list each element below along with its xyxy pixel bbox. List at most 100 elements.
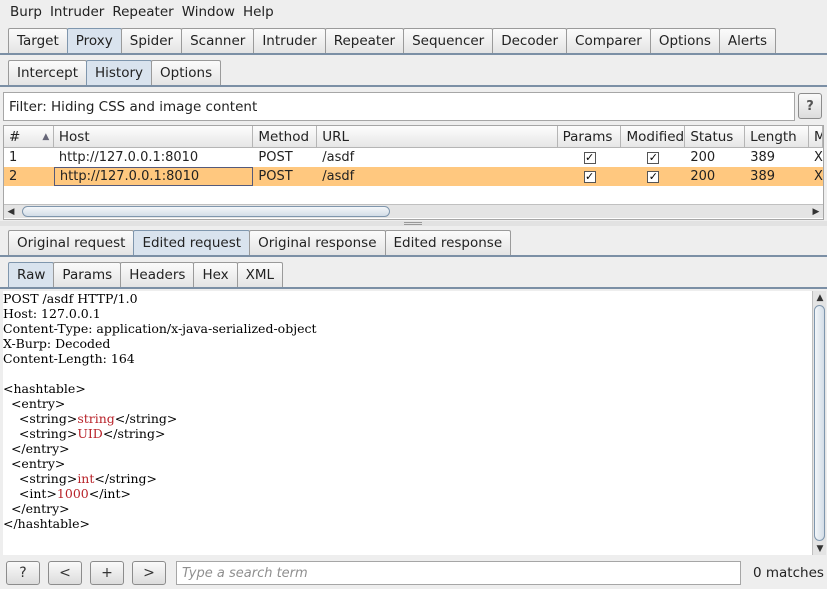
editor-line: Content-Length: 164 — [3, 351, 812, 366]
raw-message-editor[interactable]: POST /asdf HTTP/1.0 Host: 127.0.0.1 Conten… — [3, 291, 812, 555]
editor-text: </string> — [102, 426, 166, 441]
editor-text: <entry> — [3, 456, 66, 471]
tab-original-request[interactable]: Original request — [8, 230, 135, 255]
column-params[interactable]: Params — [558, 126, 622, 147]
editor-line: </entry> — [3, 441, 812, 456]
scrollbar-thumb[interactable] — [814, 305, 825, 541]
editor-vertical-scrollbar[interactable]: ▲ ▼ — [812, 291, 826, 555]
column-url[interactable]: URL — [317, 126, 558, 147]
tab-hex[interactable]: Hex — [193, 262, 238, 287]
tab-raw[interactable]: Raw — [8, 262, 55, 287]
editor-text: </int> — [88, 486, 131, 501]
cell-number: 2 — [9, 169, 18, 184]
tab-headers[interactable]: Headers — [120, 262, 195, 287]
xml-value: int — [77, 471, 95, 486]
params-checkbox: ✓ — [583, 151, 596, 164]
tab-scanner[interactable]: Scanner — [181, 28, 255, 53]
previous-match-button[interactable]: < — [48, 561, 82, 585]
modified-checkbox: ✓ — [647, 151, 660, 164]
menu-help[interactable]: Help — [239, 4, 278, 20]
tab-alerts[interactable]: Alerts — [718, 28, 777, 53]
split-pane-divider[interactable] — [0, 221, 827, 226]
tab-repeater[interactable]: Repeater — [324, 28, 405, 53]
tab-proxy[interactable]: Proxy — [66, 28, 122, 53]
menu-window[interactable]: Window — [178, 4, 239, 20]
next-match-button[interactable]: > — [132, 561, 166, 585]
menu-intruder[interactable]: Intruder — [46, 4, 108, 20]
cell-modified: ✓ — [621, 167, 685, 186]
sort-ascending-icon: ▲ — [42, 131, 50, 142]
cell-url: /asdf — [322, 169, 355, 184]
scroll-left-icon[interactable]: ◀ — [4, 205, 18, 218]
editor-line: <string>int</string> — [3, 471, 812, 486]
editor-line: <entry> — [3, 456, 812, 471]
menu-bar: Burp Intruder Repeater Window Help — [0, 0, 827, 24]
table-row-selected[interactable]: 2 http://127.0.0.1:8010 POST /asdf ✓ ✓ 2… — [4, 167, 823, 186]
cell-params: ✓ — [558, 167, 622, 186]
menu-repeater[interactable]: Repeater — [108, 4, 177, 20]
tab-intruder[interactable]: Intruder — [253, 28, 326, 53]
editor-line: </entry> — [3, 501, 812, 516]
editor-text: <string> — [3, 426, 78, 441]
cell-params: ✓ — [558, 148, 622, 167]
tab-proxy-options[interactable]: Options — [151, 60, 222, 85]
tab-comparer[interactable]: Comparer — [566, 28, 651, 53]
scroll-down-icon[interactable]: ▼ — [813, 542, 827, 555]
message-tab-bar: Original request Edited request Original… — [8, 230, 512, 255]
proxy-tab-bar: Intercept History Options — [8, 60, 222, 85]
tab-edited-request[interactable]: Edited request — [133, 230, 251, 255]
scroll-up-icon[interactable]: ▲ — [813, 291, 827, 304]
table-horizontal-scrollbar[interactable]: ◀ ▶ — [4, 204, 823, 218]
xml-value: UID — [77, 426, 103, 441]
scrollbar-thumb[interactable] — [22, 206, 390, 217]
cell-length: 389 — [750, 169, 775, 184]
editor-line: X-Burp: Decoded — [3, 336, 812, 351]
editor-line: POST /asdf HTTP/1.0 — [3, 291, 812, 306]
editor-line: </hashtable> — [3, 516, 812, 531]
editor-text: <string> — [3, 411, 78, 426]
cell-extra: X — [814, 150, 823, 165]
tab-decoder[interactable]: Decoder — [492, 28, 568, 53]
editor-text: </entry> — [3, 501, 70, 516]
tab-xml[interactable]: XML — [236, 262, 284, 287]
search-help-button[interactable]: ? — [6, 561, 40, 585]
column-modified[interactable]: Modified — [621, 126, 686, 147]
column-label: # — [9, 128, 21, 145]
scroll-right-icon[interactable]: ▶ — [809, 205, 823, 218]
column-host[interactable]: Host — [54, 126, 254, 147]
tab-params[interactable]: Params — [53, 262, 122, 287]
editor-text: POST /asdf HTTP/1.0 — [3, 291, 138, 306]
match-count: 0 matches — [753, 565, 824, 581]
tab-target[interactable]: Target — [8, 28, 68, 53]
tab-original-response[interactable]: Original response — [249, 230, 386, 255]
tab-options[interactable]: Options — [649, 28, 720, 53]
cell-method: POST — [258, 150, 293, 165]
cell-number: 1 — [9, 150, 18, 165]
view-tab-underline — [0, 287, 827, 289]
message-tab-underline — [0, 255, 827, 257]
search-input[interactable] — [176, 561, 741, 585]
column-method[interactable]: Method — [253, 126, 318, 147]
table-row[interactable]: 1 http://127.0.0.1:8010 POST /asdf ✓ ✓ 2… — [4, 148, 823, 167]
tab-history[interactable]: History — [85, 60, 153, 85]
tab-spider[interactable]: Spider — [120, 28, 183, 53]
proxy-tab-underline — [0, 85, 827, 87]
editor-text: X-Burp: Decoded — [3, 336, 111, 351]
menu-burp[interactable]: Burp — [6, 4, 46, 20]
column-status[interactable]: Status — [685, 126, 746, 147]
tab-intercept[interactable]: Intercept — [8, 60, 87, 85]
add-search-button[interactable]: + — [90, 561, 124, 585]
column-length[interactable]: Length — [745, 126, 810, 147]
editor-line: Content-Type: application/x-java-seriali… — [3, 321, 812, 336]
editor-line: <string>string</string> — [3, 411, 812, 426]
tab-edited-response[interactable]: Edited response — [384, 230, 512, 255]
filter-help-button[interactable]: ? — [798, 93, 822, 119]
modified-checkbox: ✓ — [647, 170, 660, 183]
editor-text: </string> — [94, 471, 158, 486]
filter-bar[interactable]: Filter: Hiding CSS and image content — [3, 92, 795, 121]
column-number[interactable]: # ▲ — [4, 126, 54, 147]
main-tab-underline — [0, 53, 827, 55]
tab-sequencer[interactable]: Sequencer — [403, 28, 494, 53]
column-mime[interactable]: M — [809, 126, 823, 147]
